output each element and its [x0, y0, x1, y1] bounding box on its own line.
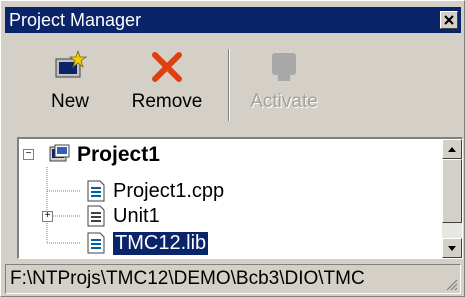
cpp-file-icon [87, 180, 105, 202]
lib-file-icon [87, 232, 105, 254]
remove-button[interactable]: Remove [117, 45, 217, 121]
vertical-scrollbar[interactable] [442, 139, 462, 258]
scroll-thumb[interactable] [442, 159, 462, 223]
tree-node-unit1[interactable]: Unit1 [85, 203, 160, 229]
remove-x-icon [152, 52, 182, 82]
close-icon [444, 15, 454, 25]
status-path: F:\NTProjs\TMC12\DEMO\Bcb3\DIO\TMC [10, 268, 365, 289]
tree-node-project1-cpp[interactable]: Project1.cpp [85, 178, 224, 204]
expand-unit1-toggle[interactable]: + [42, 211, 53, 222]
arrow-up-icon [448, 146, 456, 152]
new-project-icon [55, 49, 88, 78]
new-button[interactable]: New [35, 45, 105, 121]
activate-icon [272, 53, 296, 81]
tree-node-label: Project1 [77, 143, 160, 166]
resize-grip-icon[interactable] [444, 277, 458, 291]
status-bar: F:\NTProjs\TMC12\DEMO\Bcb3\DIO\TMC [5, 264, 461, 294]
window-title: Project Manager [9, 10, 142, 30]
new-label: New [50, 91, 89, 112]
tree-node-project1[interactable]: Project1 [49, 142, 160, 168]
tree-node-label-selected: TMC12.lib [113, 231, 209, 255]
unit-icon [87, 205, 105, 227]
toolbar-separator [228, 49, 230, 121]
remove-label: Remove [131, 91, 203, 112]
collapse-root-toggle[interactable]: − [23, 149, 34, 160]
tree-node-label: Unit1 [113, 204, 160, 227]
project-icon [49, 144, 70, 162]
scroll-up-button[interactable] [442, 139, 462, 159]
activate-button[interactable]: Activate [239, 45, 329, 121]
tree-node-label: Project1.cpp [113, 179, 225, 202]
project-manager-window: Project Manager New Remove Activate − Pr… [0, 0, 465, 297]
title-bar[interactable]: Project Manager [5, 7, 461, 33]
scroll-down-button[interactable] [442, 238, 462, 258]
arrow-down-icon [448, 245, 456, 251]
close-button[interactable] [440, 11, 458, 29]
project-tree[interactable]: − Project1 Project1.cpp + Unit1 TMC12.li… [17, 137, 463, 259]
toolbar: New Remove Activate [5, 35, 461, 129]
activate-label: Activate [250, 91, 318, 112]
tree-node-tmc12-lib[interactable]: TMC12.lib [85, 230, 209, 256]
